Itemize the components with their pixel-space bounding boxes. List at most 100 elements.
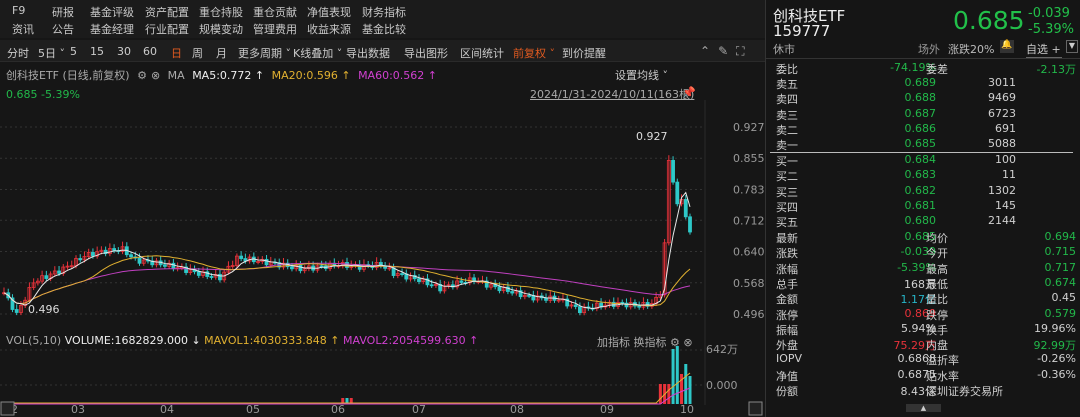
stat-row: 涨跌 -0.039 今开 0.715 [776, 245, 1076, 261]
volume: 11 [1002, 168, 1016, 182]
gear-icon[interactable]: ⚙ [670, 336, 680, 349]
bid-row: 买五 0.680 2144 [776, 214, 1076, 230]
price-tick: 0.496 [733, 308, 765, 321]
label: 份额 [776, 385, 798, 398]
nav-item[interactable]: 资产配置 [145, 4, 189, 20]
price: 0.680 [904, 214, 937, 228]
max-label: 0.927 [636, 130, 668, 143]
month-tick: 06 [331, 403, 345, 416]
nav-item[interactable]: 规模变动 [199, 21, 243, 37]
candle-body [497, 286, 502, 292]
brush-icon[interactable]: ✎ [718, 44, 736, 58]
label: 今开 [926, 247, 948, 261]
nav-item[interactable]: 基金经理 [90, 21, 134, 37]
last-price: 0.685 [953, 6, 1025, 35]
nav-item[interactable]: 公告 [52, 21, 74, 37]
nav-item[interactable]: 净值表现 [307, 4, 351, 20]
candle-body [209, 276, 214, 278]
candle-body [417, 278, 421, 282]
switch-indicator-button[interactable]: 换指标 [634, 336, 667, 349]
fullscreen-icon[interactable]: ⛶ [736, 44, 752, 58]
dropdown-icon[interactable]: ▼ [1066, 40, 1078, 53]
market-type: 场外 [918, 43, 940, 56]
price: 0.687 [904, 106, 937, 120]
nav-item[interactable]: 重仓贡献 [253, 4, 297, 20]
label: 外盘 [776, 339, 798, 353]
nav-item[interactable]: F9 [12, 4, 25, 17]
candle-body [239, 255, 244, 259]
price-tick: 0.927 [733, 121, 765, 134]
toolbar-item[interactable]: 周 [192, 45, 203, 61]
volume: 3011 [988, 76, 1016, 89]
toolbar-item[interactable]: 区间统计 [460, 45, 504, 61]
toolbar-item[interactable]: K线叠加 ˅ [293, 45, 342, 61]
price: 0.688 [904, 91, 937, 105]
volume: 6723 [988, 106, 1016, 120]
vol-value: VOLUME:1682829.000 ↓ [64, 334, 201, 347]
bell-icon[interactable]: 🔔 [1000, 40, 1014, 53]
volume-tick: 0.000 [706, 379, 738, 392]
volume: 9469 [988, 91, 1016, 105]
volume-bar [658, 384, 662, 404]
price: 0.684 [904, 153, 937, 166]
value: 0.715 [1044, 245, 1077, 259]
nav-item[interactable]: 行业配置 [145, 21, 189, 37]
market-status: 休市 [773, 43, 795, 56]
label: 涨停 [776, 308, 798, 322]
expand-icon[interactable]: ▲ [906, 404, 941, 412]
scroll-right-button[interactable] [748, 401, 763, 416]
candle-body [129, 254, 133, 258]
price: 0.681 [904, 198, 937, 212]
nav-item[interactable]: 管理费用 [253, 21, 297, 37]
toolbar-item[interactable]: 5日 ˅ [38, 45, 65, 61]
month-tick: 07 [412, 403, 426, 416]
nav-item[interactable]: 基金比较 [362, 21, 406, 37]
candle-body [510, 291, 515, 294]
value: -0.26% [1037, 352, 1076, 366]
label: 振幅 [776, 323, 798, 337]
toolbar-item[interactable]: 前复权 ˅ [513, 45, 555, 61]
close-icon[interactable]: ⊗ [683, 336, 692, 349]
toolbar-item[interactable]: 到价提醒 [562, 45, 606, 61]
candle-body [429, 284, 434, 287]
nav-item[interactable]: 财务指标 [362, 4, 406, 20]
price: 0.683 [904, 168, 937, 182]
ask-row: 卖四 0.688 9469 [776, 91, 1076, 107]
nav-item[interactable]: 收益来源 [307, 21, 351, 37]
scroll-left-button[interactable] [0, 401, 15, 416]
kline-chart[interactable]: 0.927 0.855 0.783 0.712 0.640 0.568 0.496 0.927… [0, 100, 765, 417]
volume-bar [684, 364, 688, 404]
nav-item[interactable]: 研报 [52, 4, 74, 20]
nav-item[interactable]: 基金评级 [90, 4, 134, 20]
label: 贴水率 [926, 369, 959, 383]
candle-body [290, 266, 294, 270]
toolbar-item[interactable]: 15 [90, 45, 104, 58]
add-indicator-button[interactable]: 加指标 [597, 336, 630, 349]
close-icon[interactable]: ⊗ [151, 69, 160, 82]
label: 买四 [776, 200, 798, 214]
candle-body [459, 280, 464, 283]
gear-icon[interactable]: ⚙ [137, 69, 147, 82]
nav-item[interactable]: 重仓持股 [199, 4, 243, 20]
toolbar-item[interactable]: 5 [70, 45, 77, 58]
watchlist-button[interactable]: 自选 + [1026, 41, 1062, 58]
toolbar-item[interactable]: 导出图形 [404, 45, 448, 61]
value: 92.99万 [1033, 339, 1077, 353]
toolbar-item[interactable]: 导出数据 [346, 45, 390, 61]
toolbar-item[interactable]: 日 [171, 45, 182, 61]
nav-item[interactable]: 资讯 [12, 21, 34, 37]
toolbar-item[interactable]: 30 [117, 45, 131, 58]
price-change: -0.039 [1028, 6, 1070, 21]
toolbar-item[interactable]: 更多周期 ˅ [238, 45, 291, 61]
label: 最高 [926, 262, 948, 276]
toolbar-item[interactable]: 月 [216, 45, 227, 61]
pin-icon[interactable]: 📌 [682, 86, 696, 99]
toolbar-item[interactable]: 60 [143, 45, 157, 58]
stat-row: IOPV 0.6868 溢折率 -0.26% [776, 352, 1076, 368]
bid-row: 买三 0.682 1302 [776, 184, 1076, 200]
stat-row: 金额 1.17亿 量比 0.45 [776, 291, 1076, 307]
toolbar-item[interactable]: 分时 [7, 45, 29, 61]
stat-row: 总手 168万 最低 0.674 [776, 276, 1076, 292]
set-ma-button[interactable]: 设置均线 ˅ [615, 67, 668, 83]
collapse-icon[interactable]: ⌃ [700, 44, 718, 58]
